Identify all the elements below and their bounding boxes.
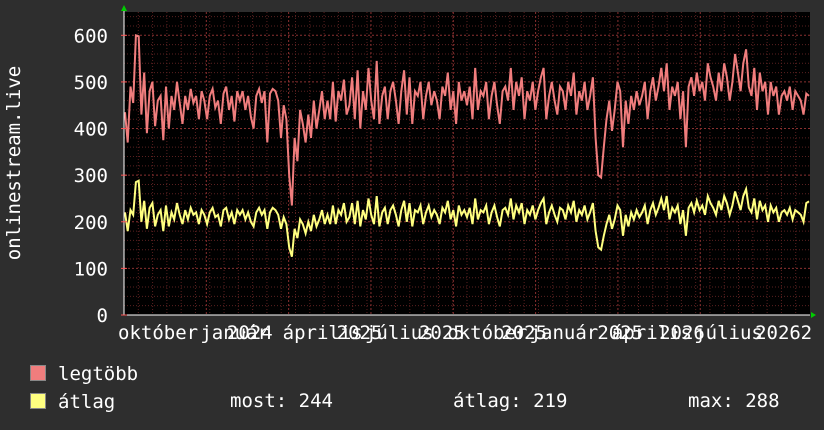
stat-max: max: 288 — [688, 390, 780, 412]
x-year-label: 2025 — [337, 322, 383, 344]
y-tick-label: 100 — [74, 258, 108, 280]
x-tick-label: 2 — [801, 322, 812, 344]
y-tick-label: 600 — [74, 25, 108, 47]
x-year-label: 2025 — [419, 322, 465, 344]
y-tick-label: 400 — [74, 119, 108, 141]
x-year-label: 2025 — [597, 322, 643, 344]
legend-item-atlag: átlag — [30, 390, 115, 414]
y-tick-label: 200 — [74, 212, 108, 234]
legend-label-legtobb: legtöbb — [58, 363, 139, 385]
x-year-label: 2026 — [755, 322, 801, 344]
legend-label-atlag: átlag — [58, 391, 116, 413]
y-tick-label: 0 — [97, 305, 108, 327]
legend-swatch-legtobb — [30, 365, 46, 381]
y-axis-arrow — [121, 5, 127, 11]
y-tick-label: 300 — [74, 165, 108, 187]
x-year-label: 2026 — [659, 322, 705, 344]
x-tick-label: október — [118, 322, 198, 344]
y-axis-label: onlinestream.live — [3, 66, 25, 260]
x-year-label: 2024 — [227, 322, 273, 344]
stat-now: most: 244 — [230, 390, 333, 412]
stat-average: átlag: 219 — [453, 390, 568, 412]
legend-item-legtobb: legtöbb — [30, 362, 138, 386]
x-year-label: 2025 — [501, 322, 547, 344]
legend-swatch-atlag — [30, 393, 46, 409]
x-axis-arrow — [811, 312, 816, 318]
y-tick-label: 500 — [74, 72, 108, 94]
